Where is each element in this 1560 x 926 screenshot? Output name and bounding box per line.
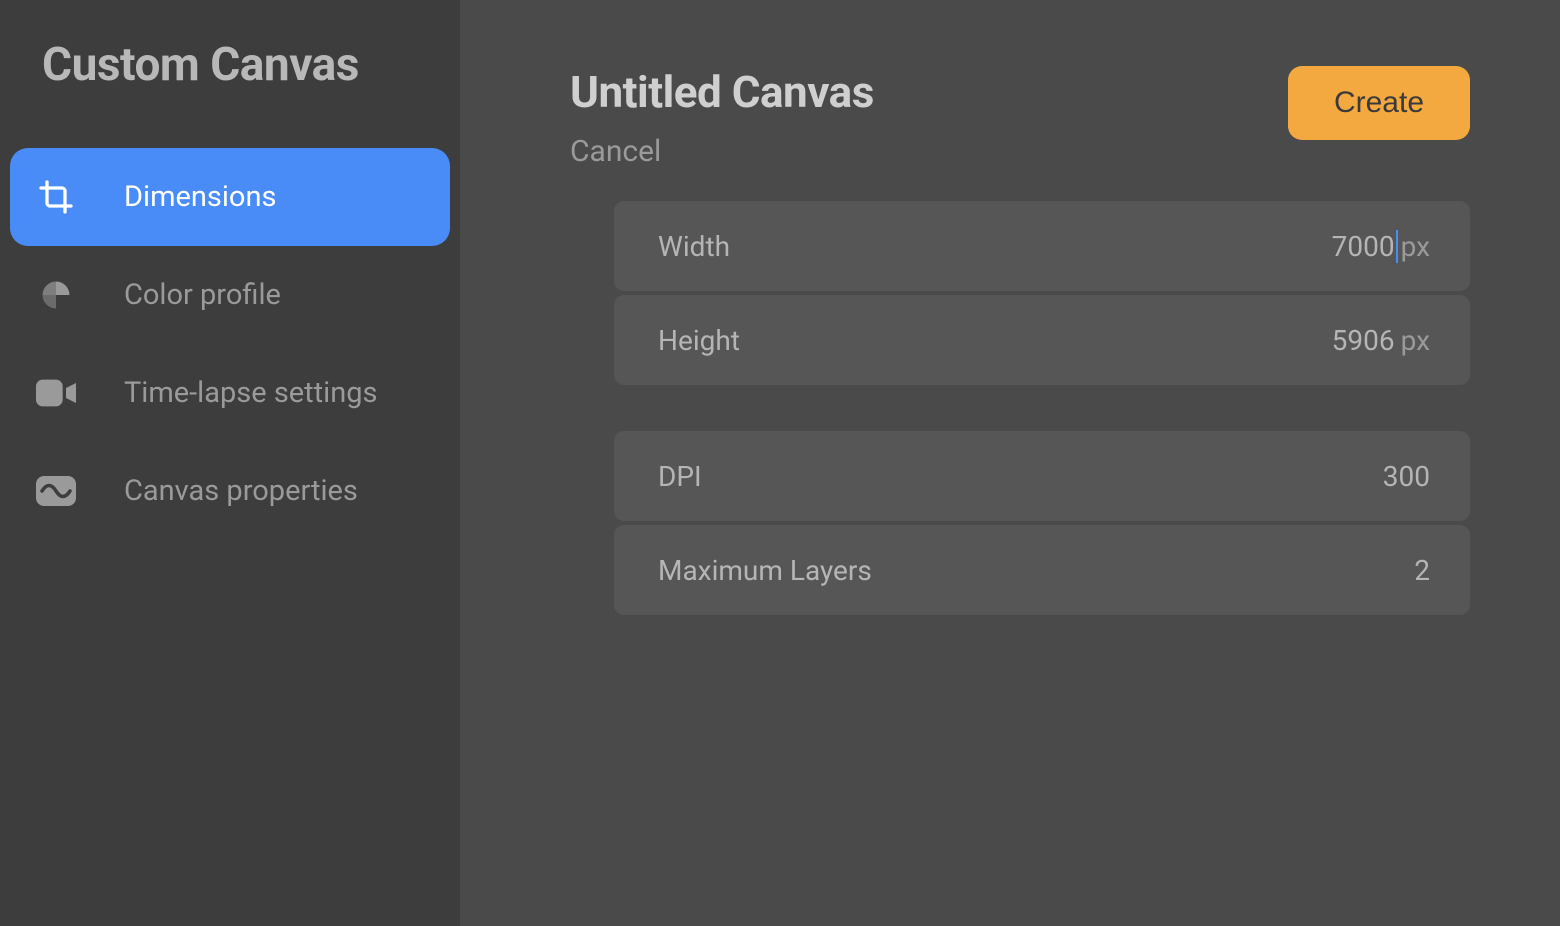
- sidebar: Custom Canvas Dimensions Color profile: [0, 0, 460, 926]
- dpi-value: 300: [1383, 460, 1430, 493]
- field-label: DPI: [658, 460, 702, 493]
- cancel-button[interactable]: Cancel: [570, 134, 874, 169]
- max-layers-field[interactable]: Maximum Layers 2: [614, 525, 1470, 615]
- height-field[interactable]: Height 5906 px: [614, 295, 1470, 385]
- header-row: Untitled Canvas Cancel Create: [570, 66, 1470, 169]
- field-label: Height: [658, 324, 740, 357]
- crop-icon: [34, 175, 78, 219]
- video-icon: [34, 371, 78, 415]
- field-value: 2: [1414, 554, 1430, 587]
- sidebar-item-color-profile[interactable]: Color profile: [10, 246, 450, 344]
- sidebar-item-label: Canvas properties: [124, 474, 358, 508]
- width-value: 7000: [1332, 230, 1395, 263]
- title-block: Untitled Canvas Cancel: [570, 66, 874, 169]
- field-value: 300: [1383, 460, 1430, 493]
- text-caret: [1396, 230, 1398, 263]
- create-button[interactable]: Create: [1288, 66, 1470, 140]
- sidebar-item-time-lapse[interactable]: Time-lapse settings: [10, 344, 450, 442]
- height-unit: px: [1401, 324, 1430, 357]
- sidebar-item-label: Color profile: [124, 278, 281, 312]
- palette-icon: [34, 273, 78, 317]
- field-value: 5906 px: [1332, 324, 1430, 357]
- dpi-field[interactable]: DPI 300: [614, 431, 1470, 521]
- width-field[interactable]: Width 7000 px: [614, 201, 1470, 291]
- field-label: Maximum Layers: [658, 554, 872, 587]
- canvas-title[interactable]: Untitled Canvas: [570, 66, 874, 118]
- field-value: 7000 px: [1332, 230, 1430, 263]
- field-label: Width: [658, 230, 730, 263]
- wave-icon: [34, 469, 78, 513]
- sidebar-title: Custom Canvas: [42, 38, 450, 92]
- max-layers-value: 2: [1414, 554, 1430, 587]
- sidebar-item-canvas-properties[interactable]: Canvas properties: [10, 442, 450, 540]
- width-unit: px: [1401, 230, 1430, 263]
- sidebar-item-label: Time-lapse settings: [124, 376, 377, 410]
- sidebar-item-dimensions[interactable]: Dimensions: [10, 148, 450, 246]
- sidebar-item-label: Dimensions: [124, 180, 276, 214]
- main-panel: Untitled Canvas Cancel Create Width 7000…: [460, 0, 1560, 926]
- height-value: 5906: [1332, 324, 1395, 357]
- dimensions-fields: Width 7000 px Height 5906 px DPI 300 Max…: [614, 201, 1470, 615]
